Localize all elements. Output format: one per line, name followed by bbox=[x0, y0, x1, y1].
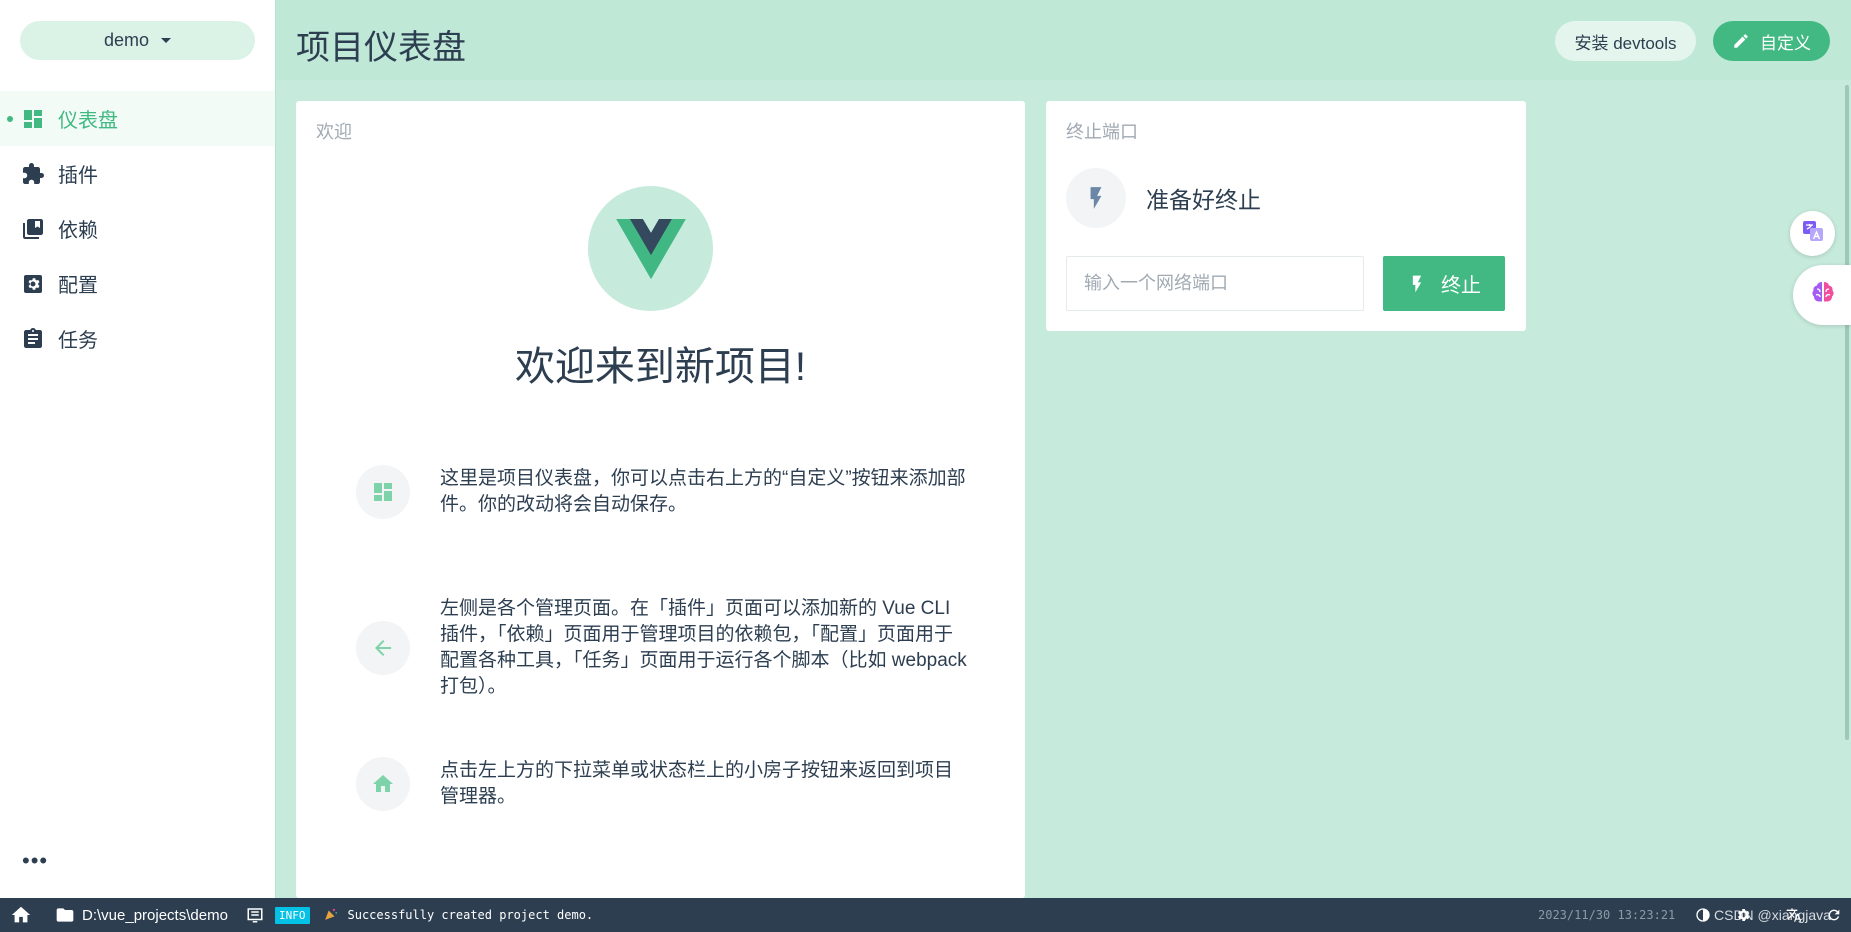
welcome-widget-title: 欢迎 bbox=[316, 122, 352, 142]
brain-icon bbox=[1807, 277, 1839, 314]
kill-port-widget: 终止端口 准备好终止 终止 bbox=[1046, 101, 1526, 331]
sidebar-item-label: 仪表盘 bbox=[58, 110, 118, 132]
scrollbar[interactable] bbox=[1845, 85, 1849, 740]
folder-icon bbox=[56, 908, 74, 922]
sidebar-item-dependencies[interactable]: 依赖 bbox=[0, 201, 275, 256]
main-content: 项目仪表盘 安装 devtools 自定义 欢迎 欢迎来到新项目! 这里是项目仪… bbox=[275, 0, 1851, 898]
sidebar-nav: 仪表盘 插件 依赖 配置 任务 bbox=[0, 91, 275, 366]
sidebar-item-label: 任务 bbox=[58, 330, 98, 352]
flash-icon bbox=[1066, 168, 1126, 228]
project-select-dropdown[interactable]: demo bbox=[20, 21, 255, 60]
gear-icon bbox=[1738, 909, 1750, 921]
kill-port-widget-title: 终止端口 bbox=[1066, 122, 1138, 142]
welcome-tip-text: 左侧是各个管理页面。在「插件」页面可以添加新的 Vue CLI 插件，「依赖」页… bbox=[440, 598, 967, 697]
pencil-icon bbox=[1734, 34, 1748, 48]
status-theme-toggle[interactable] bbox=[1695, 898, 1711, 932]
status-refresh-button[interactable] bbox=[1826, 898, 1842, 932]
refresh-icon bbox=[1828, 909, 1840, 921]
home-icon bbox=[356, 757, 410, 811]
dashboard-icon bbox=[21, 107, 45, 131]
status-home-button[interactable] bbox=[10, 898, 32, 932]
vue-logo bbox=[588, 186, 713, 311]
status-bar: D:\vue_projects\demo INFO Successfully c… bbox=[0, 898, 1851, 932]
status-settings-button[interactable] bbox=[1735, 898, 1751, 932]
welcome-widget: 欢迎 欢迎来到新项目! 这里是项目仪表盘，你可以点击右上方的“自定义”按钮来添加… bbox=[296, 101, 1025, 898]
clipboard-icon bbox=[21, 327, 45, 351]
console-icon bbox=[247, 908, 263, 923]
active-indicator bbox=[7, 116, 13, 122]
port-input[interactable] bbox=[1066, 256, 1364, 311]
page-title: 项目仪表盘 bbox=[296, 29, 466, 67]
customize-button[interactable]: 自定义 bbox=[1713, 21, 1830, 61]
sidebar-item-label: 配置 bbox=[58, 275, 98, 297]
puzzle-icon bbox=[21, 162, 45, 186]
caret-down-icon bbox=[161, 38, 172, 43]
sidebar-item-config[interactable]: 配置 bbox=[0, 256, 275, 311]
ai-assistant-widget-button[interactable] bbox=[1793, 265, 1851, 325]
sidebar-item-plugins[interactable]: 插件 bbox=[0, 146, 275, 201]
translate-icon bbox=[1786, 908, 1802, 922]
kill-button-label: 终止 bbox=[1441, 275, 1481, 297]
top-bar: 项目仪表盘 安装 devtools 自定义 bbox=[276, 0, 1851, 80]
status-project-path[interactable]: D:\vue_projects\demo bbox=[55, 898, 228, 932]
sidebar-item-label: 插件 bbox=[58, 165, 98, 187]
home-icon bbox=[11, 906, 31, 923]
settings-box-icon bbox=[21, 272, 45, 296]
translate-icon bbox=[1801, 219, 1825, 248]
arrow-left-icon bbox=[356, 621, 410, 675]
project-path-text: D:\vue_projects\demo bbox=[82, 906, 228, 924]
sidebar-item-tasks[interactable]: 任务 bbox=[0, 311, 275, 366]
sidebar: demo 仪表盘 插件 依赖 配置 任务 ••• bbox=[0, 0, 275, 898]
kill-port-status: 准备好终止 bbox=[1066, 168, 1261, 228]
welcome-tip-text: 点击左上方的下拉菜单或状态栏上的小房子按钮来返回到项目管理器。 bbox=[440, 760, 954, 807]
welcome-tip: 这里是项目仪表盘，你可以点击右上方的“自定义”按钮来添加部件。你的改动将会自动保… bbox=[356, 465, 976, 519]
welcome-tip: 左侧是各个管理页面。在「插件」页面可以添加新的 Vue CLI 插件，「依赖」页… bbox=[356, 596, 976, 700]
more-options-button[interactable]: ••• bbox=[22, 850, 48, 872]
log-message: Successfully created project demo. bbox=[347, 908, 594, 922]
log-level-badge: INFO bbox=[275, 906, 310, 924]
library-books-icon bbox=[21, 217, 45, 241]
status-log[interactable]: INFO Successfully created project demo. bbox=[245, 898, 593, 932]
flash-icon bbox=[1412, 275, 1422, 292]
welcome-tip: 点击左上方的下拉菜单或状态栏上的小房子按钮来返回到项目管理器。 bbox=[356, 757, 976, 811]
welcome-tip-text: 这里是项目仪表盘，你可以点击右上方的“自定义”按钮来添加部件。你的改动将会自动保… bbox=[440, 468, 966, 515]
sidebar-item-dashboard[interactable]: 仪表盘 bbox=[0, 91, 275, 146]
install-devtools-button[interactable]: 安装 devtools bbox=[1555, 21, 1696, 61]
customize-button-label: 自定义 bbox=[1760, 33, 1811, 53]
welcome-heading: 欢迎来到新项目! bbox=[514, 345, 807, 389]
dashboard-icon bbox=[356, 465, 410, 519]
kill-button[interactable]: 终止 bbox=[1383, 256, 1505, 311]
contrast-icon bbox=[1696, 908, 1710, 922]
status-language-button[interactable] bbox=[1786, 898, 1802, 932]
csdn-watermark: CSDN @xiangjava bbox=[1714, 907, 1831, 923]
status-timestamp: 2023/11/30 13:23:21 bbox=[1538, 908, 1676, 922]
party-popper-icon bbox=[324, 907, 338, 924]
project-name: demo bbox=[103, 30, 150, 50]
translate-widget-button[interactable] bbox=[1790, 211, 1835, 256]
kill-port-status-text: 准备好终止 bbox=[1146, 187, 1261, 213]
sidebar-item-label: 依赖 bbox=[58, 220, 98, 242]
